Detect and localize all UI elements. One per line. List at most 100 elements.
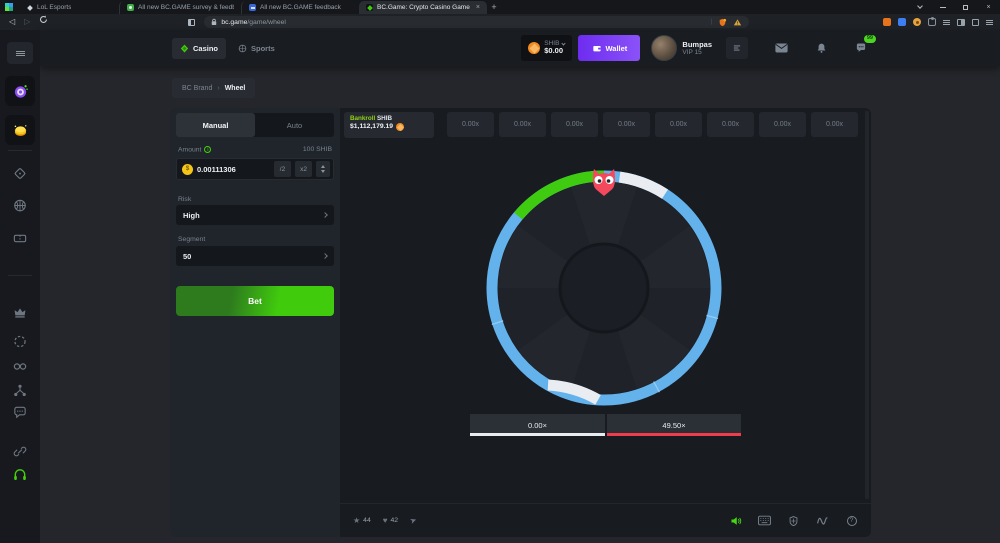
hotkeys-button[interactable] — [758, 514, 771, 527]
recent-multiplier[interactable]: 0.00x — [707, 112, 754, 137]
question-icon: ? — [847, 516, 857, 526]
minimize-button[interactable] — [931, 0, 954, 14]
rank-button[interactable] — [726, 37, 748, 59]
restore-button[interactable] — [954, 0, 977, 14]
browser-window: LoL Esports All new BC.GAME survey & fee… — [0, 0, 1000, 543]
share-icon[interactable]: ➤ — [409, 515, 418, 526]
close-window-button[interactable]: × — [977, 0, 1000, 14]
extension-fox-icon[interactable] — [883, 18, 891, 26]
recent-multiplier[interactable]: 0.00x — [603, 112, 650, 137]
help-button[interactable]: ? — [845, 514, 858, 527]
browser-menu-icon[interactable] — [986, 20, 993, 25]
risk-select[interactable]: High — [176, 205, 334, 225]
wallet-button[interactable]: Wallet — [578, 35, 640, 61]
basketball-icon — [13, 198, 28, 213]
sidebar-item-affiliate[interactable] — [13, 383, 28, 398]
chat-button[interactable]: 99 — [854, 41, 868, 55]
notifications-button[interactable] — [814, 41, 828, 55]
close-tab-icon[interactable]: × — [476, 4, 480, 11]
messages-button[interactable] — [774, 41, 788, 55]
step-up-icon[interactable] — [321, 165, 325, 168]
double-bet-button[interactable]: x2 — [295, 161, 312, 177]
avatar[interactable] — [651, 35, 677, 61]
extension-blue-icon[interactable] — [898, 18, 906, 26]
sidebar-menu-button[interactable] — [7, 42, 33, 64]
side-panel-icon[interactable] — [188, 19, 195, 26]
wallet-label: Wallet — [606, 44, 628, 53]
nav-sports-button[interactable]: Sports — [230, 38, 283, 59]
heart-icon[interactable]: ♥ — [383, 516, 388, 525]
shib-coin-icon — [396, 123, 404, 131]
leaderboard-icon — [732, 43, 742, 53]
bankroll-currency: SHIB — [377, 115, 392, 122]
result-low-box[interactable]: 0.00× — [470, 414, 605, 436]
info-icon[interactable]: i — [204, 146, 211, 153]
sidebar-item-rewards[interactable] — [13, 334, 28, 349]
sidebar-item-sports[interactable] — [13, 198, 28, 213]
sidebar-item-refer[interactable] — [13, 444, 28, 459]
likes-stat[interactable]: ♥ 42 — [383, 516, 398, 525]
bet-button[interactable]: Bet — [176, 286, 334, 316]
half-bet-button[interactable]: /2 — [274, 161, 291, 177]
star-icon[interactable]: ★ — [353, 516, 360, 525]
result-low-bar — [470, 433, 605, 436]
envelope-icon — [775, 43, 788, 53]
sidebar-item-forum[interactable] — [13, 405, 28, 420]
wallet-icon — [592, 44, 602, 53]
sound-button[interactable] — [729, 514, 742, 527]
risk-label: Risk — [178, 196, 191, 203]
browser-dropdown-icon[interactable] — [908, 0, 931, 14]
new-tab-button[interactable]: + — [487, 1, 501, 14]
currency-selector[interactable]: SHIB $0.00 — [521, 35, 572, 61]
recent-multiplier[interactable]: 0.00x — [499, 112, 546, 137]
user-info[interactable]: Bumpas VIP 15 — [682, 40, 712, 57]
extension-orange-icon[interactable] — [913, 18, 921, 26]
recent-multiplier[interactable]: 0.00x — [551, 112, 598, 137]
breadcrumb-section[interactable]: BC Brand — [182, 85, 212, 92]
recent-multiplier[interactable]: 0.00x — [655, 112, 702, 137]
sidebar-item-vip[interactable] — [13, 305, 28, 320]
password-shield-icon[interactable] — [718, 18, 727, 27]
step-down-icon[interactable] — [321, 170, 325, 173]
extensions-puzzle-icon[interactable] — [928, 18, 936, 26]
segment-select[interactable]: 50 — [176, 246, 334, 266]
address-bar[interactable]: bc.game /game/wheel | — [204, 16, 749, 28]
fairness-button[interactable] — [787, 514, 800, 527]
reload-button[interactable] — [39, 14, 48, 30]
back-button[interactable]: ◁ — [9, 14, 15, 30]
amount-input[interactable]: $ 0.00111306 /2 x2 — [176, 158, 334, 180]
chevron-down-icon — [562, 41, 566, 45]
warning-triangle-icon[interactable] — [733, 18, 742, 27]
sidebar-item-bonus[interactable] — [5, 115, 35, 145]
chat-icon — [855, 42, 867, 54]
nav-casino-button[interactable]: Casino — [172, 38, 226, 59]
downloads-icon[interactable] — [972, 19, 979, 26]
casino-diamond-icon — [180, 44, 189, 53]
amount-stepper[interactable] — [316, 161, 330, 177]
recent-multiplier[interactable]: 0.00x — [811, 112, 858, 137]
tab-bcgame-survey[interactable]: All new BC.GAME survey & feedback r — [119, 1, 241, 14]
tab-lol-esports[interactable]: LoL Esports — [19, 1, 119, 14]
live-stats-button[interactable] — [816, 514, 829, 527]
sidebar-item-casino[interactable] — [13, 166, 28, 181]
split-view-icon[interactable] — [957, 19, 965, 26]
tab-auto[interactable]: Auto — [255, 113, 334, 137]
recent-multiplier[interactable]: 0.00x — [759, 112, 806, 137]
sidebar-item-club[interactable] — [13, 359, 28, 374]
scrollbar[interactable] — [865, 111, 869, 499]
recent-multiplier[interactable]: 0.00x — [447, 112, 494, 137]
amount-value[interactable]: 0.00111306 — [197, 165, 270, 174]
reading-list-icon[interactable] — [943, 20, 950, 25]
tab-bcgame-active[interactable]: BC.Game: Crypto Casino Games & × — [359, 1, 487, 14]
sidebar-item-support[interactable] — [13, 467, 28, 482]
pill-separator: | — [711, 19, 713, 25]
tab-manual[interactable]: Manual — [176, 113, 255, 137]
sidebar-item-lottery[interactable] — [13, 231, 28, 246]
result-high-box[interactable]: 49.50× — [607, 414, 741, 436]
tab-bcgame-feedback[interactable]: All new BC.GAME feedback — [241, 1, 359, 14]
favorites-stat[interactable]: ★ 44 — [353, 516, 371, 525]
shib-coin-icon — [528, 42, 540, 54]
currency-balance: $0.00 — [544, 47, 565, 55]
sidebar-item-quests[interactable] — [5, 76, 35, 106]
tab-title: All new BC.GAME feedback — [260, 4, 341, 11]
